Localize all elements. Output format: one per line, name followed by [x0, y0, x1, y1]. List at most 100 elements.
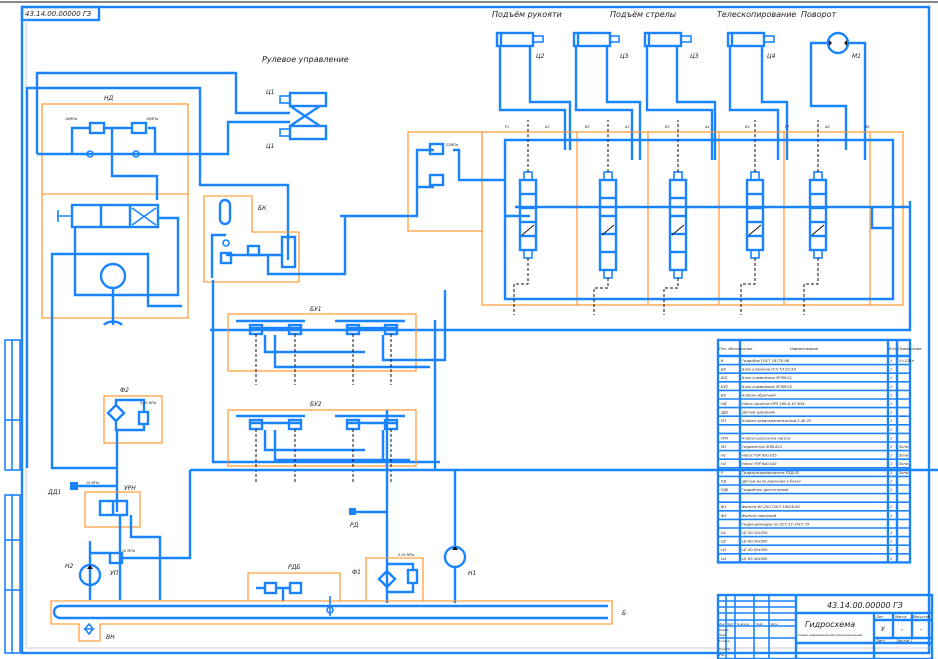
doc-title: Гидросхема: [805, 620, 855, 629]
label-boom-lift: Подъём стрелы: [610, 10, 676, 19]
label-c1-top: Ц1: [266, 89, 274, 96]
row-utv: Утв.: [719, 653, 725, 657]
table-header: Поз. обозначение: [719, 347, 753, 351]
table-cell: БК: [721, 393, 726, 397]
label-c3b: Ц3: [690, 53, 699, 60]
valve-block-bk: [203, 195, 347, 283]
table-row: БУ1 Блок управления ЗРЛМ-01 1: [721, 376, 892, 380]
pressure-up: 18 МПа: [122, 549, 135, 553]
table-cell: Гидроцилиндры по ОСТ 22-1417-79: [742, 522, 810, 526]
table-cell: 1: [890, 368, 892, 372]
table-cell: Фильтр ФГ-250 ГОСТ 16026-80: [742, 505, 800, 509]
spool-valve: [513, 120, 538, 315]
table-cell: 1: [890, 462, 892, 466]
table-cell: 1: [890, 393, 892, 397]
table-row: БК Клапан обратный 1: [721, 393, 892, 397]
filter-f2: [50, 315, 163, 512]
table-cell: Н1: [721, 454, 726, 458]
doc-code: 43.14.00.00000 ГЗ: [827, 601, 903, 610]
spool-valve: [803, 120, 828, 315]
lit-value: У: [881, 626, 885, 633]
port-label: А3: [624, 125, 629, 129]
pressure-dd1: 15 МПа: [86, 481, 99, 485]
table-cell: Ц3: [721, 548, 727, 552]
row-tkontr: Т.контр.: [719, 639, 730, 643]
doc-subtitle: Схема гидравлическая принципиальная: [798, 633, 862, 637]
table-cell: НД: [721, 402, 727, 406]
table-cell: Н2: [721, 462, 727, 466]
col-izm: Изм.: [719, 622, 725, 626]
port-label: Р1: [505, 125, 509, 129]
table-cell: 1: [890, 436, 892, 440]
table-cell: Ц1: [721, 531, 726, 535]
label-up: УП: [110, 570, 119, 577]
table-cell: Насос-дозатор ОРЗ 160-Б-10 ЗОА: [742, 402, 805, 406]
table-cell: 1: [890, 531, 892, 535]
table-cell: М1: [721, 445, 726, 449]
table-cell: ДД1: [720, 411, 729, 415]
pump-n1: [443, 470, 467, 603]
lit-label: Лит.: [875, 615, 884, 619]
table-row: ДД1 Датчик давления 1: [720, 411, 892, 415]
table-header: Кол.: [889, 347, 897, 351]
table-cell: 1: [890, 479, 892, 483]
table-cell: Клапан разгрузки насоса: [742, 436, 790, 440]
label-rd: РД: [350, 522, 359, 529]
label-f1: Ф1: [352, 569, 361, 576]
table-cell: ЦГ-80.50х400: [742, 548, 768, 552]
table-cell: УП: [721, 419, 726, 423]
table-row: РД Датчик-реле давления в блоке 1: [721, 479, 892, 483]
col-sign: Подп.: [756, 622, 764, 626]
table-cell: 1: [890, 419, 892, 423]
table-row: Гидроцилиндры по ОСТ 22-1417-79: [742, 522, 810, 526]
table-row: Ц1 ЦГ-50.32х250 1: [721, 531, 892, 535]
table-row: 1: [890, 428, 892, 432]
pressure-f2: 0,35 МПа: [140, 401, 156, 405]
label-bu2: БУ2: [310, 401, 322, 408]
table-header: Примечание: [898, 347, 922, 351]
table-cell: 1: [890, 471, 892, 475]
label-bu1: БУ1: [310, 306, 322, 313]
table-cell: 1: [890, 505, 892, 509]
filter-f1: [377, 562, 419, 594]
table-cell: Зона: [899, 445, 908, 449]
table-cell: Гидроблок дроссельный: [742, 488, 789, 492]
table-cell: Фильтр напорный: [742, 514, 777, 518]
table-row: РДБ Гидроблок дроссельный 1: [721, 488, 892, 492]
table-cell: 1: [890, 514, 892, 518]
table-row: Ц4 ЦГ-63.40х500 1: [721, 557, 892, 561]
scale-label: Масштаб: [913, 615, 931, 619]
label-c2: Ц2: [536, 53, 545, 60]
pressure-valve-block: 22МПа: [446, 143, 458, 147]
table-cell: Ф2: [721, 514, 727, 518]
port-label: А4: [704, 125, 709, 129]
parts-list-table: Поз. обозначение Наименование Кол. Примечан…: [716, 338, 922, 564]
label-c1-bottom: Ц1: [266, 143, 274, 150]
pressure-f1: 0,35 МПа: [398, 553, 414, 557]
port-label: В8: [865, 125, 870, 129]
table-cell: 1: [890, 454, 892, 458]
table-row: БУ2 Блок управления ЗРЛМ-02 1: [721, 385, 892, 389]
table-cell: Р: [721, 471, 724, 475]
table-cell: Насос РЗР 6х0,035: [742, 462, 777, 466]
table-cell: 1: [890, 445, 892, 449]
label-bk: БК: [258, 205, 267, 212]
row-nkontr: Н.контр.: [719, 647, 731, 651]
table-row: Ф2 Фильтр напорный 1: [721, 514, 892, 518]
table-row: Б Гидробак ГОСТ 16770-86 1 V=120л: [721, 359, 914, 363]
table-cell: Блок управления ЗРЛМ-01: [742, 376, 792, 380]
sheets-label: Листов 1: [895, 639, 913, 643]
table-row: НД Насос-дозатор ОРЗ 160-Б-10 ЗОА 1: [721, 402, 892, 406]
table-cell: Зона: [899, 471, 908, 475]
port-label: А2: [544, 125, 549, 129]
table-cell: 1: [890, 402, 892, 406]
label-n1: Н1: [468, 570, 476, 577]
table-cell: БУ1: [721, 376, 728, 380]
table-cell: Зона: [899, 454, 908, 458]
table-cell: ЦГ-80.50х500: [742, 540, 768, 544]
table-cell: Ф1: [721, 505, 726, 509]
table-cell: Блок управления ЗРЛМ-02: [742, 385, 793, 389]
table-cell: УРН: [721, 436, 728, 440]
table-cell: Ц2: [721, 540, 727, 544]
row-razrab: Разраб.: [719, 628, 729, 632]
